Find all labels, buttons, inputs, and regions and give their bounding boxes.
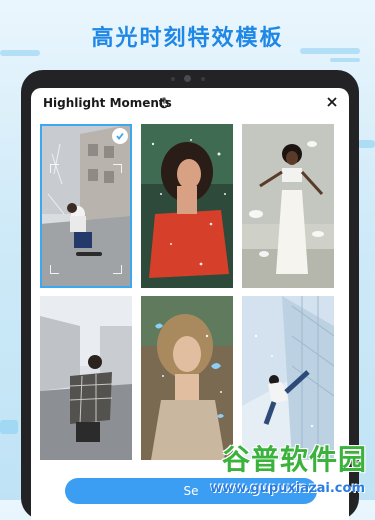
thumb-image bbox=[40, 124, 132, 288]
selected-check-icon bbox=[112, 128, 128, 144]
sensor-dot bbox=[201, 77, 205, 81]
thumb-image bbox=[141, 296, 233, 460]
close-icon[interactable] bbox=[324, 94, 340, 110]
decor-dash bbox=[330, 58, 360, 62]
template-thumb-red-dress[interactable] bbox=[141, 124, 233, 288]
frame-corner bbox=[50, 164, 59, 173]
template-thumb-dancer[interactable] bbox=[242, 296, 334, 460]
timer-sparkle-icon bbox=[159, 97, 169, 109]
template-thumb-skateboard[interactable] bbox=[40, 124, 132, 288]
template-thumb-white-outfit[interactable] bbox=[242, 124, 334, 288]
dialog-title: Highlight Moments bbox=[43, 96, 172, 110]
template-thumb-butterfly[interactable] bbox=[141, 296, 233, 460]
camera-dot bbox=[184, 75, 191, 82]
sensor-dot bbox=[171, 77, 175, 81]
thumb-image bbox=[141, 124, 233, 288]
thumb-image bbox=[242, 296, 334, 460]
watermark-brand-text: 谷普软件园 bbox=[221, 443, 367, 476]
frame-corner bbox=[113, 265, 122, 274]
banner-title: 高光时刻特效模板 bbox=[91, 26, 284, 51]
decor-dash bbox=[0, 420, 18, 434]
watermark-url-text: www.gupuxiazai.com bbox=[210, 481, 365, 496]
thumb-image bbox=[40, 296, 132, 460]
frame-corner bbox=[50, 265, 59, 274]
thumb-image bbox=[242, 124, 334, 288]
site-watermark: 谷普软件园 www.gupuxiazai.com bbox=[183, 440, 375, 500]
frame-corner bbox=[113, 164, 122, 173]
template-thumb-plaid-jacket[interactable] bbox=[40, 296, 132, 460]
decor-dash bbox=[358, 140, 375, 148]
dialog-header: Highlight Moments bbox=[31, 88, 349, 118]
